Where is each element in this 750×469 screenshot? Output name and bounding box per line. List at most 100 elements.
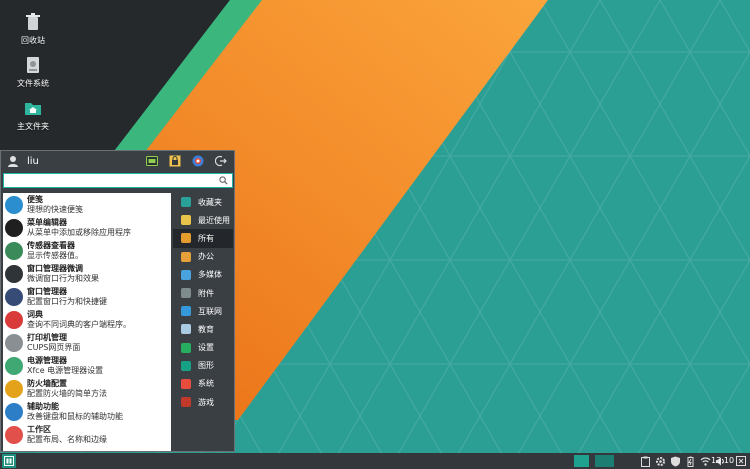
sensors-icon bbox=[5, 241, 23, 260]
category-list: 收藏夹 最近使用所有办公多媒体 附件互联网教育设置图形系统游戏 bbox=[173, 193, 233, 451]
globe-icon bbox=[181, 306, 191, 317]
app-item[interactable]: 防火墙配置 配置防火墙的简单方法 bbox=[3, 377, 171, 400]
app-text: 工作区 配置布局、名称和边缘 bbox=[27, 425, 107, 445]
app-name: 窗口管理器微调 bbox=[27, 263, 83, 273]
update-shield-icon[interactable] bbox=[670, 456, 681, 467]
app-item[interactable]: 传感器查看器 显示传感器值。 bbox=[3, 239, 171, 262]
logout-button[interactable] bbox=[214, 154, 228, 168]
gamepad-icon bbox=[181, 397, 191, 408]
briefcase-icon bbox=[181, 251, 191, 262]
clipboard-icon[interactable] bbox=[640, 456, 651, 467]
category-item[interactable]: 教育 bbox=[173, 320, 233, 338]
app-name: 打印机管理 bbox=[27, 332, 67, 342]
graphics-icon bbox=[181, 360, 191, 371]
app-item[interactable]: 工作区 配置布局、名称和边缘 bbox=[3, 423, 171, 446]
dictionary-icon bbox=[5, 310, 23, 329]
category-label: 设置 bbox=[198, 343, 214, 353]
lock-screen-button[interactable] bbox=[168, 154, 182, 168]
settings-manager-icon bbox=[146, 156, 158, 166]
category-label: 图形 bbox=[198, 361, 214, 371]
menu-header: liu bbox=[1, 151, 234, 171]
clock[interactable]: 13:10 bbox=[711, 456, 734, 465]
desktop-icon-label: 主文件夹 bbox=[17, 122, 49, 131]
wifi-icon[interactable] bbox=[700, 456, 711, 467]
menu-editor-icon bbox=[5, 218, 23, 237]
whisker-menu: liu 便笺 理想的快速便笺 菜单编辑器 从菜单中添加或移除应用程序 传感器查看… bbox=[0, 150, 235, 452]
gear-icon[interactable] bbox=[655, 456, 666, 467]
app-name: 传感器查看器 bbox=[27, 240, 75, 250]
application-list: 便笺 理想的快速便笺 菜单编辑器 从菜单中添加或移除应用程序 传感器查看器 显示传感器值。… bbox=[3, 193, 171, 451]
accessibility-icon bbox=[5, 402, 23, 421]
app-item[interactable]: 便笺 理想的快速便笺 bbox=[3, 193, 171, 216]
app-text: 防火墙配置 配置防火墙的简单方法 bbox=[27, 379, 107, 399]
window-manager-icon bbox=[5, 287, 23, 306]
category-item[interactable]: 最近使用 bbox=[173, 211, 233, 229]
category-label: 游戏 bbox=[198, 397, 214, 407]
category-label: 办公 bbox=[198, 252, 214, 262]
app-text: 打印机管理 CUPS网页界面 bbox=[27, 333, 80, 353]
category-item[interactable]: 所有 bbox=[173, 229, 233, 248]
app-text: 辅助功能 改善键盘和鼠标的辅助功能 bbox=[27, 402, 123, 422]
settings-icon bbox=[181, 342, 191, 353]
workspace-2-button[interactable] bbox=[595, 455, 614, 467]
app-item[interactable]: 窗口管理器 配置窗口行为和快捷键 bbox=[3, 285, 171, 308]
app-description: 显示传感器值。 bbox=[27, 250, 83, 260]
notes-icon bbox=[5, 195, 23, 214]
app-item[interactable]: 打印机管理 CUPS网页界面 bbox=[3, 331, 171, 354]
app-description: 微调窗口行为和效果 bbox=[27, 273, 99, 283]
battery-icon[interactable] bbox=[685, 456, 696, 467]
app-name: 防火墙配置 bbox=[27, 378, 67, 388]
category-item[interactable]: 附件 bbox=[173, 284, 233, 302]
app-item[interactable]: 菜单编辑器 从菜单中添加或移除应用程序 bbox=[3, 216, 171, 239]
category-item[interactable]: 游戏 bbox=[173, 393, 233, 411]
music-icon bbox=[181, 269, 191, 280]
category-item[interactable]: 收藏夹 bbox=[173, 193, 233, 211]
drive-icon bbox=[27, 57, 39, 73]
desktop-icon-label: 文件系统 bbox=[17, 79, 49, 88]
app-name: 工作区 bbox=[27, 424, 51, 434]
app-item[interactable]: 电源管理器 Xfce 电源管理器设置 bbox=[3, 354, 171, 377]
desktop-icon-trash[interactable]: 回收站 bbox=[8, 12, 58, 46]
system-icon bbox=[181, 378, 191, 389]
category-item[interactable]: 设置 bbox=[173, 339, 233, 357]
bottom-panel bbox=[0, 453, 750, 469]
workspace-1-button[interactable] bbox=[574, 455, 589, 467]
category-label: 互联网 bbox=[198, 306, 222, 316]
category-label: 所有 bbox=[198, 233, 214, 243]
accessories-icon bbox=[181, 288, 191, 299]
category-label: 系统 bbox=[198, 379, 214, 389]
logout-icon bbox=[215, 155, 227, 167]
app-item[interactable]: 词典 查询不同词典的客户端程序。 bbox=[3, 308, 171, 331]
category-item[interactable]: 系统 bbox=[173, 375, 233, 393]
app-name: 窗口管理器 bbox=[27, 286, 67, 296]
desktop-icon-filesystem[interactable]: 文件系统 bbox=[8, 55, 58, 89]
app-name: 辅助功能 bbox=[27, 401, 59, 411]
trash-icon bbox=[26, 13, 40, 30]
applications-menu-icon bbox=[4, 456, 14, 466]
search-input[interactable] bbox=[4, 174, 214, 187]
applications-menu-button[interactable] bbox=[2, 454, 16, 468]
category-item[interactable]: 办公 bbox=[173, 248, 233, 266]
app-description: 配置窗口行为和快捷键 bbox=[27, 296, 107, 306]
window-tweaks-icon bbox=[5, 264, 23, 283]
username: liu bbox=[27, 155, 39, 167]
show-desktop-icon[interactable] bbox=[736, 455, 746, 467]
app-description: 配置防火墙的简单方法 bbox=[27, 388, 107, 398]
app-item[interactable]: 窗口管理器微调 微调窗口行为和效果 bbox=[3, 262, 171, 285]
app-name: 便笺 bbox=[27, 194, 43, 204]
category-label: 教育 bbox=[198, 324, 214, 334]
firewall-icon bbox=[5, 379, 23, 398]
switch-user-button[interactable] bbox=[191, 154, 205, 168]
app-description: 查询不同词典的客户端程序。 bbox=[27, 319, 131, 329]
category-item[interactable]: 图形 bbox=[173, 357, 233, 375]
settings-manager-button[interactable] bbox=[145, 154, 159, 168]
app-item[interactable]: 辅助功能 改善键盘和鼠标的辅助功能 bbox=[3, 400, 171, 423]
category-item[interactable]: 互联网 bbox=[173, 302, 233, 320]
lock-screen-icon bbox=[169, 155, 181, 167]
app-description: 改善键盘和鼠标的辅助功能 bbox=[27, 411, 123, 421]
category-item[interactable]: 多媒体 bbox=[173, 266, 233, 284]
app-name: 菜单编辑器 bbox=[27, 217, 67, 227]
app-name: 词典 bbox=[27, 309, 43, 319]
desktop-icon-home[interactable]: 主文件夹 bbox=[8, 98, 58, 132]
app-text: 电源管理器 Xfce 电源管理器设置 bbox=[27, 356, 103, 376]
